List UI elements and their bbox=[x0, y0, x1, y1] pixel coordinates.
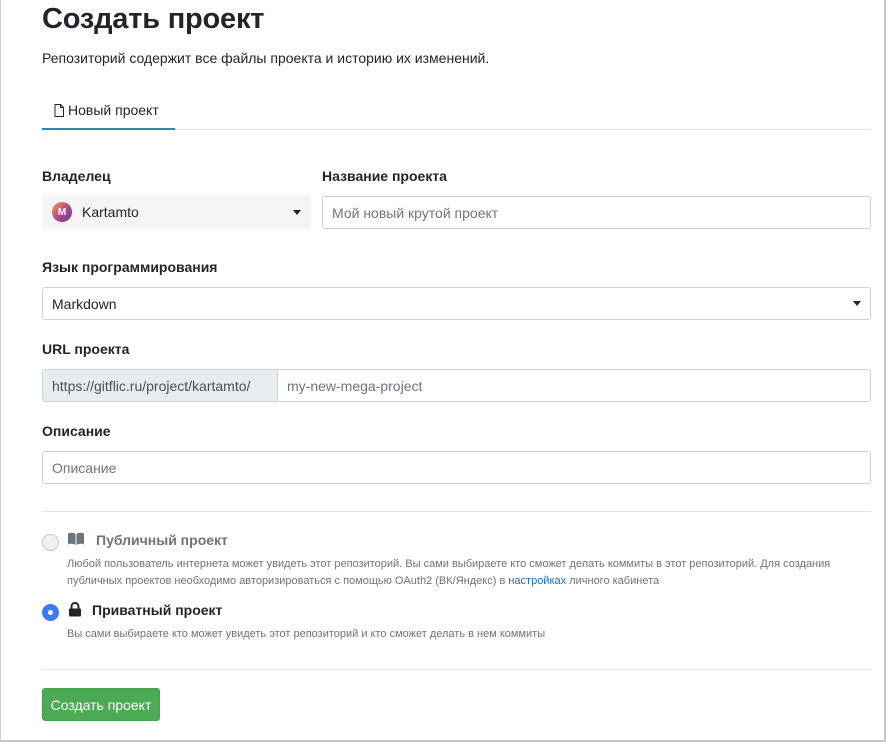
description-input[interactable]: Описание bbox=[42, 451, 871, 484]
private-project-title: Приватный проект bbox=[92, 602, 223, 618]
page-subtitle: Репозиторий содержит все файлы проекта и… bbox=[42, 50, 490, 66]
url-label: URL проекта bbox=[42, 341, 130, 357]
project-name-label: Название проекта bbox=[322, 168, 447, 184]
avatar: M bbox=[52, 202, 72, 222]
private-project-description: Вы сами выбираете кто может увидеть этот… bbox=[67, 628, 546, 640]
language-value: Markdown bbox=[52, 295, 117, 312]
language-label: Язык программирования bbox=[42, 259, 218, 275]
url-input-group: https://gitflic.ru/project/kartamto/ my-… bbox=[42, 369, 871, 402]
url-slug-input[interactable]: my-new-mega-project bbox=[278, 369, 871, 402]
tab-bar: Новый проект bbox=[42, 92, 871, 130]
project-name-input[interactable]: Мой новый крутой проект bbox=[322, 196, 871, 229]
owner-value: Kartamto bbox=[82, 204, 139, 220]
page-title: Создать проект bbox=[42, 3, 265, 35]
public-radio[interactable] bbox=[42, 534, 59, 551]
chevron-down-icon bbox=[853, 301, 861, 306]
tab-label: Новый проект bbox=[68, 102, 159, 118]
chevron-down-icon bbox=[293, 210, 301, 215]
document-icon bbox=[54, 103, 64, 117]
description-label: Описание bbox=[42, 423, 111, 439]
language-select[interactable]: Markdown bbox=[42, 287, 871, 320]
divider bbox=[42, 511, 871, 512]
book-icon bbox=[68, 532, 84, 545]
divider bbox=[42, 669, 871, 670]
create-project-button[interactable]: Создать проект bbox=[42, 688, 160, 721]
owner-label: Владелец bbox=[42, 168, 111, 184]
public-description-line2: публичных проектов необходимо авторизиро… bbox=[67, 575, 509, 587]
public-description-line1: Любой пользователь интернета может увиде… bbox=[67, 558, 831, 570]
public-description-line2-end: личного кабинета bbox=[566, 575, 660, 587]
public-project-description: Любой пользователь интернета может увиде… bbox=[67, 556, 867, 590]
private-radio[interactable] bbox=[42, 604, 59, 621]
tab-new-project[interactable]: Новый проект bbox=[42, 92, 175, 130]
url-prefix: https://gitflic.ru/project/kartamto/ bbox=[42, 369, 278, 402]
public-project-title: Публичный проект bbox=[96, 532, 228, 548]
owner-select[interactable]: M Kartamto bbox=[42, 195, 311, 229]
settings-link[interactable]: настройках bbox=[508, 575, 566, 587]
lock-icon bbox=[69, 602, 81, 617]
